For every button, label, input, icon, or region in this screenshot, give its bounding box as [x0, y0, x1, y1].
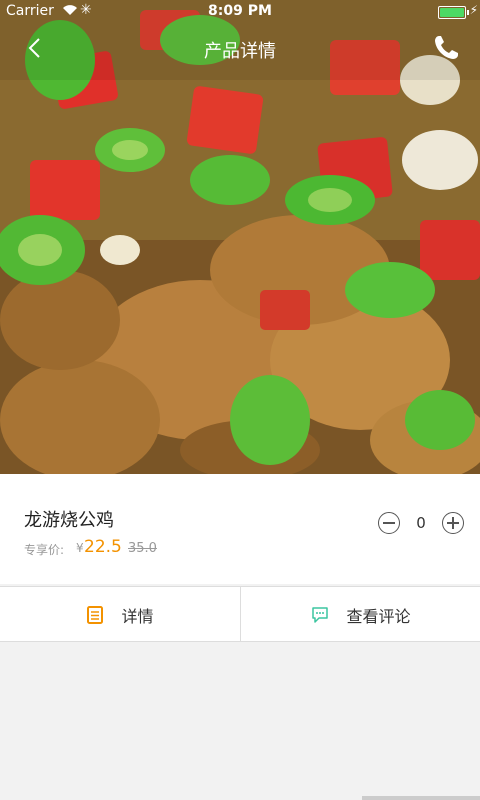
navbar: 产品详情	[0, 24, 480, 72]
scroll-indicator	[362, 796, 480, 800]
tab-details-label: 详情	[121, 607, 154, 626]
increase-quantity-button[interactable]	[442, 512, 464, 534]
comment-icon	[312, 607, 329, 623]
battery-icon	[438, 6, 469, 19]
price-label: 专享价:	[24, 543, 65, 557]
product-price: 22.5	[84, 537, 122, 557]
decrease-quantity-button[interactable]	[378, 512, 400, 534]
phone-icon	[435, 36, 458, 59]
document-icon	[87, 606, 104, 624]
product-image: Carrier ✳ 8:09 PM ⚡ 产品详情	[0, 0, 480, 474]
charging-icon: ⚡	[469, 3, 478, 17]
status-bar: Carrier ✳ 8:09 PM ⚡	[0, 0, 480, 24]
original-price: 35.0	[128, 541, 157, 556]
product-info: 龙游烧公鸡 专享价: ¥ 22.5 35.0 0	[0, 474, 480, 584]
clock: 8:09 PM	[208, 3, 272, 19]
product-name: 龙游烧公鸡	[24, 510, 114, 531]
tab-bar: 详情 查看评论	[0, 586, 480, 642]
call-button[interactable]	[430, 32, 462, 64]
quantity-value: 0	[416, 514, 426, 532]
page-title: 产品详情	[204, 41, 276, 62]
currency-symbol: ¥	[76, 541, 84, 555]
tab-details[interactable]: 详情	[0, 587, 240, 641]
tab-comments[interactable]: 查看评论	[240, 587, 480, 641]
quantity-stepper: 0	[378, 512, 464, 536]
tab-comments-label: 查看评论	[346, 607, 411, 626]
